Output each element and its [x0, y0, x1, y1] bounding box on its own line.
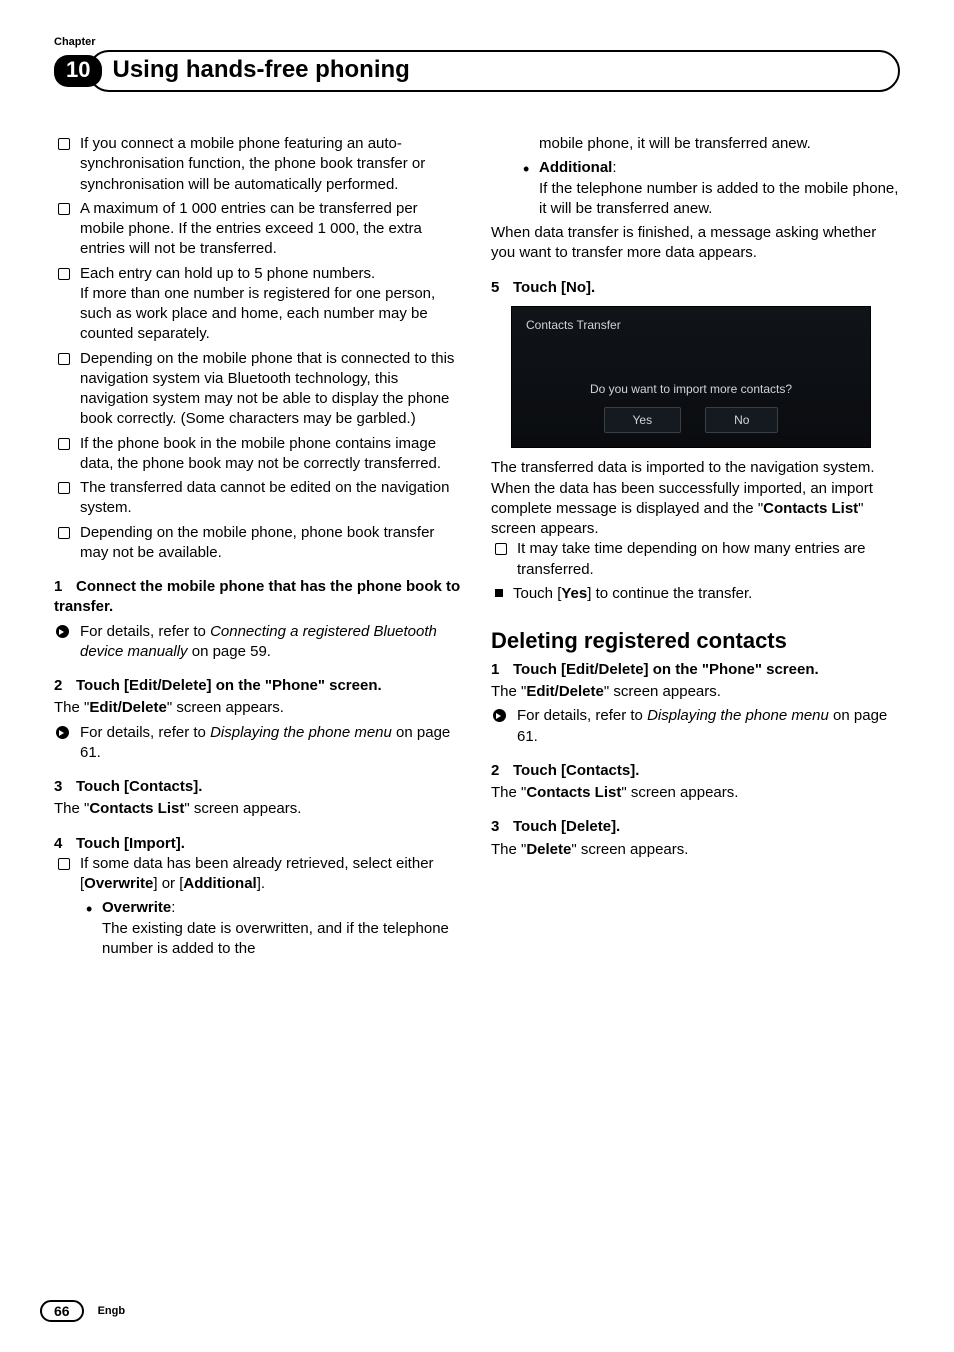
d-step-2-body: The "Contacts List" screen appears. — [491, 783, 900, 803]
page: Chapter 10 Using hands-free phoning If y… — [0, 0, 954, 1352]
step-1-ref: For details, refer to Connecting a regis… — [54, 622, 463, 663]
dialog-yes-button[interactable]: Yes — [604, 407, 682, 433]
dialog-title: Contacts Transfer — [526, 317, 856, 333]
yes-continue-note: Touch [Yes] to continue the transfer. — [491, 584, 900, 604]
language-code: Engb — [98, 1305, 126, 1317]
contacts-transfer-dialog: Contacts Transfer Do you want to import … — [511, 306, 871, 449]
after-transfer-text: When data transfer is finished, a messag… — [491, 223, 900, 264]
chapter-title: Using hands-free phoning — [112, 56, 409, 83]
d-step-1-ref: For details, refer to Displaying the pho… — [491, 706, 900, 747]
step-1: 1Connect the mobile phone that has the p… — [54, 577, 463, 618]
page-number: 66 — [40, 1300, 84, 1322]
note-item: Depending on the mobile phone that is co… — [54, 349, 463, 430]
step-3-body: The "Contacts List" screen appears. — [54, 799, 463, 819]
additional-option: Additional: If the telephone number is a… — [517, 158, 900, 219]
overwrite-option: Overwrite: The existing date is overwrit… — [80, 898, 463, 959]
header-row: 10 Using hands-free phoning — [54, 50, 900, 92]
step-4-notes: If some data has been already retrieved,… — [54, 854, 463, 959]
step-4-note: If some data has been already retrieved,… — [54, 854, 463, 959]
after-shot-text-2: When the data has been successfully impo… — [491, 479, 900, 540]
notes-list: If you connect a mobile phone featuring … — [54, 134, 463, 563]
import-note: It may take time depending on how many e… — [491, 539, 900, 580]
footer: 66 Engb — [40, 1300, 125, 1322]
import-note-list: It may take time depending on how many e… — [491, 539, 900, 580]
note-item: A maximum of 1 000 entries can be transf… — [54, 199, 463, 260]
overwrite-continuation: mobile phone, it will be transferred ane… — [491, 134, 900, 154]
note-item: If the phone book in the mobile phone co… — [54, 434, 463, 475]
chapter-number-badge: 10 — [54, 55, 102, 87]
note-item: Depending on the mobile phone, phone boo… — [54, 523, 463, 564]
columns: If you connect a mobile phone featuring … — [54, 134, 900, 963]
d-step-1: 1Touch [Edit/Delete] on the "Phone" scre… — [491, 660, 900, 680]
step-2-body: The "Edit/Delete" screen appears. — [54, 698, 463, 718]
dialog-buttons: Yes No — [526, 407, 856, 433]
note-item: If you connect a mobile phone featuring … — [54, 134, 463, 195]
note-item-extra: If more than one number is registered fo… — [80, 284, 463, 345]
dialog-no-button[interactable]: No — [705, 407, 778, 433]
d-step-1-body: The "Edit/Delete" screen appears. — [491, 682, 900, 702]
column-left: If you connect a mobile phone featuring … — [54, 134, 463, 963]
d-step-2: 2Touch [Contacts]. — [491, 761, 900, 781]
d-step-3-body: The "Delete" screen appears. — [491, 840, 900, 860]
column-right: mobile phone, it will be transferred ane… — [491, 134, 900, 963]
dialog-message: Do you want to import more contacts? — [526, 381, 856, 397]
chapter-title-pill: Using hands-free phoning — [88, 50, 900, 92]
note-item: The transferred data cannot be edited on… — [54, 478, 463, 519]
step-5: 5Touch [No]. — [491, 278, 900, 298]
step-2-ref: For details, refer to Displaying the pho… — [54, 723, 463, 764]
note-item: Each entry can hold up to 5 phone number… — [54, 264, 463, 345]
step-3: 3Touch [Contacts]. — [54, 777, 463, 797]
step-2: 2Touch [Edit/Delete] on the "Phone" scre… — [54, 676, 463, 696]
chapter-label: Chapter — [54, 36, 900, 48]
step-4: 4Touch [Import]. — [54, 834, 463, 854]
d-step-3: 3Touch [Delete]. — [491, 817, 900, 837]
section-heading-deleting: Deleting registered contacts — [491, 626, 900, 656]
after-shot-text-1: The transferred data is imported to the … — [491, 458, 900, 478]
